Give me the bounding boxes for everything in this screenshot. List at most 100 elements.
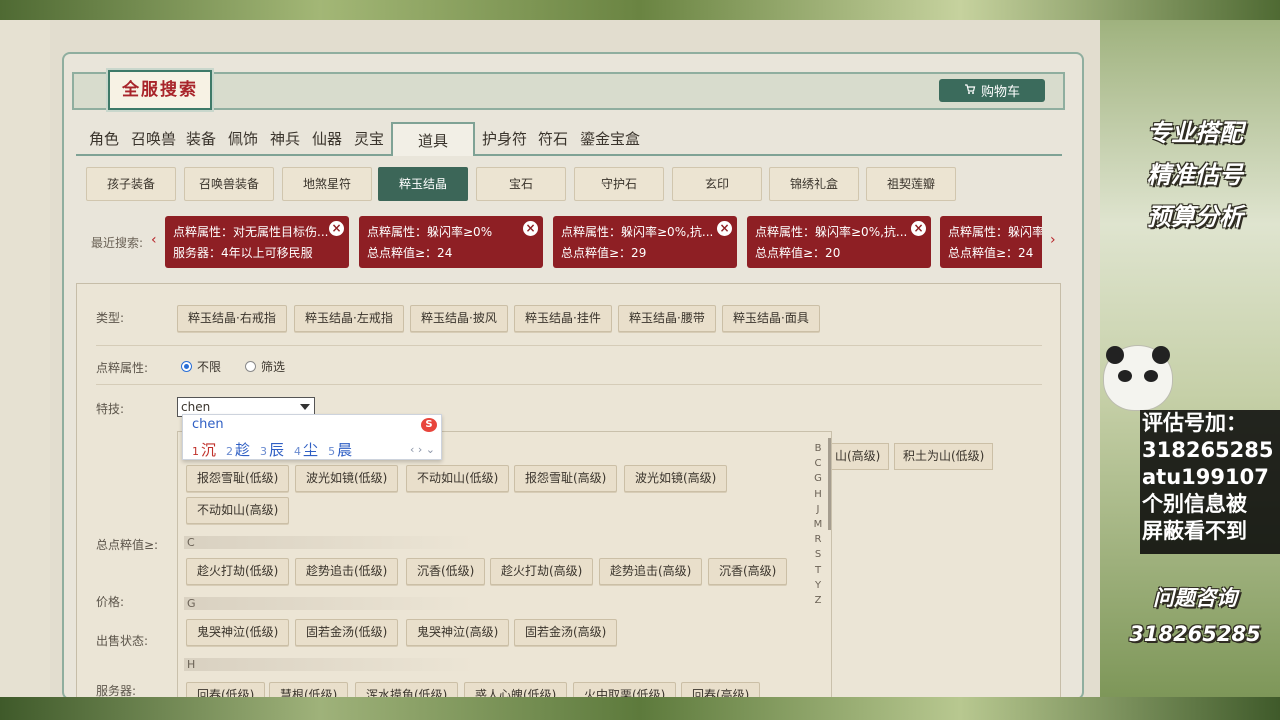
letter-index-item[interactable]: S	[812, 547, 824, 562]
contact-line: 个别信息被	[1142, 492, 1247, 516]
radio-filter[interactable]: 筛选	[245, 358, 285, 375]
skill-label: 特技:	[96, 402, 125, 416]
skill-input-value: chen	[181, 400, 211, 414]
tab-item[interactable]: 佩饰	[228, 128, 258, 149]
dropdown-option[interactable]: 不动如山(高级)	[186, 497, 290, 524]
tab-item[interactable]: 神兵	[270, 128, 300, 149]
caret-down-icon	[300, 404, 310, 410]
dropdown-option[interactable]: 波光如镜(低级)	[295, 465, 399, 492]
skill-option[interactable]: 山(高级)	[826, 443, 890, 470]
chip-line: 服务器：4年以上可移民服	[173, 246, 313, 260]
chevron-right-icon[interactable]: ›	[1050, 232, 1056, 248]
attr-label: 点粹属性:	[96, 361, 149, 375]
letter-index-item[interactable]: R	[812, 532, 824, 547]
tab-item[interactable]: 符石	[538, 128, 568, 149]
dropdown-option[interactable]: 沉香(高级)	[708, 558, 788, 585]
tab-item[interactable]: 灵宝	[354, 128, 384, 149]
tab-item[interactable]: 鎏金宝盒	[580, 128, 640, 149]
promo-text: 专业搭配 精准估号 预算分析	[1125, 112, 1265, 238]
subtab-item[interactable]: 宝石	[476, 167, 566, 201]
ime-candidate[interactable]: 4尘	[294, 439, 318, 460]
letter-index-item[interactable]: Y	[812, 578, 824, 593]
dropdown-option[interactable]: 固若金汤(高级)	[514, 619, 618, 646]
radio-checked-icon	[181, 361, 192, 372]
chip-line: 点粹属性：躲闪率≥0%,抗...	[561, 225, 714, 239]
letter-index-item[interactable]: T	[812, 563, 824, 578]
ime-candidate[interactable]: 3辰	[260, 439, 284, 460]
ime-candidate-number: 2	[226, 445, 234, 458]
subtab-item[interactable]: 孩子装备	[86, 167, 176, 201]
subtab-item[interactable]: 地煞星符	[282, 167, 372, 201]
dropdown-option[interactable]: 鬼哭神泣(高级)	[406, 619, 510, 646]
dropdown-option[interactable]: 报怨雪耻(低级)	[186, 465, 290, 492]
ime-candidate-window: chen S 1沉 2趁 3辰 4尘 5晨 ‹ › ⌄	[182, 414, 442, 460]
dropdown-option[interactable]: 趁火打劫(低级)	[186, 558, 290, 585]
dropdown-option[interactable]: 固若金汤(低级)	[295, 619, 399, 646]
divider	[96, 345, 1042, 346]
ime-candidate[interactable]: 5晨	[328, 439, 352, 460]
cart-label: 购物车	[980, 85, 1020, 100]
dropdown-option[interactable]: 波光如镜(高级)	[624, 465, 728, 492]
radio-all[interactable]: 不限	[181, 358, 221, 375]
letter-index-item[interactable]: B	[812, 441, 824, 456]
dropdown-option[interactable]: 趁势追击(低级)	[295, 558, 399, 585]
recent-search-chip[interactable]: 点粹属性：躲闪率≥0% 总点粹值≥：24 ×	[359, 216, 543, 268]
dropdown-option[interactable]: 沉香(低级)	[406, 558, 486, 585]
subtab-item[interactable]: 锦绣礼盒	[769, 167, 859, 201]
letter-index-item[interactable]: J	[812, 502, 824, 517]
skill-dropdown: 报怨雪耻(低级) 波光如镜(低级) 不动如山(低级) 报怨雪耻(高级) 波光如镜…	[177, 431, 832, 700]
subtab-item-active[interactable]: 粹玉结晶	[378, 167, 468, 201]
panda-ear	[1106, 346, 1124, 364]
dropdown-option[interactable]: 不动如山(低级)	[406, 465, 510, 492]
recent-search-chip[interactable]: 点粹属性：对无属性目标伤... 服务器：4年以上可移民服 ×	[165, 216, 349, 268]
dropdown-option[interactable]: 报怨雪耻(高级)	[514, 465, 618, 492]
tab-item[interactable]: 仙器	[312, 128, 342, 149]
tab-item[interactable]: 角色	[89, 128, 119, 149]
dropdown-option[interactable]: 趁势追击(高级)	[599, 558, 703, 585]
letter-index-item[interactable]: C	[812, 456, 824, 471]
tab-item-active[interactable]: 道具	[391, 122, 475, 156]
type-option[interactable]: 粹玉结晶·腰带	[618, 305, 716, 332]
dropdown-option[interactable]: 趁火打劫(高级)	[490, 558, 594, 585]
close-icon[interactable]: ×	[717, 221, 732, 236]
tab-item[interactable]: 召唤兽	[131, 128, 176, 149]
chip-line: 点粹属性：躲闪率	[948, 225, 1042, 239]
type-option[interactable]: 粹玉结晶·挂件	[514, 305, 612, 332]
page-title: 全服搜索	[122, 80, 198, 100]
letter-index-item[interactable]: Z	[812, 593, 824, 608]
contact-box: 评估号加： 318265285 atu199107 个别信息被 屏蔽看不到	[1140, 410, 1280, 554]
recent-search-chip[interactable]: 点粹属性：躲闪率总点粹值≥：24×	[940, 216, 1042, 268]
status-label: 出售状态:	[96, 634, 149, 648]
subtab-item[interactable]: 祖契莲瓣	[866, 167, 956, 201]
chevron-left-icon[interactable]: ‹	[151, 232, 157, 248]
close-icon[interactable]: ×	[523, 221, 538, 236]
skill-option[interactable]: 积土为山(低级)	[894, 443, 994, 470]
dropdown-option[interactable]: 鬼哭神泣(低级)	[186, 619, 290, 646]
group-header: H	[184, 658, 474, 671]
cart-button[interactable]: 购物车	[939, 79, 1045, 102]
background-left	[0, 20, 52, 700]
subtab-item[interactable]: 守护石	[574, 167, 664, 201]
letter-index-item[interactable]: H	[812, 487, 824, 502]
ime-candidate[interactable]: 2趁	[226, 439, 250, 460]
subtab-item[interactable]: 召唤兽装备	[184, 167, 274, 201]
recent-search-chip[interactable]: 点粹属性：躲闪率≥0%,抗... 总点粹值≥：20 ×	[747, 216, 931, 268]
close-icon[interactable]: ×	[329, 221, 344, 236]
dropdown-scrollbar[interactable]	[828, 438, 831, 530]
type-option[interactable]: 粹玉结晶·面具	[722, 305, 820, 332]
letter-index: B C G H J M R S T Y Z	[812, 441, 824, 608]
letter-index-item[interactable]: G	[812, 471, 824, 486]
recent-search-chip[interactable]: 点粹属性：躲闪率≥0%,抗... 总点粹值≥：29 ×	[553, 216, 737, 268]
close-icon[interactable]: ×	[911, 221, 926, 236]
tab-item[interactable]: 装备	[186, 128, 216, 149]
type-option[interactable]: 粹玉结晶·左戒指	[294, 305, 404, 332]
chip-line: 点粹属性：对无属性目标伤...	[173, 225, 329, 239]
ime-candidate[interactable]: 1沉	[192, 439, 216, 460]
tab-item[interactable]: 护身符	[482, 128, 527, 149]
letter-index-item[interactable]: M	[812, 517, 824, 532]
type-option[interactable]: 粹玉结晶·右戒指	[177, 305, 287, 332]
type-option[interactable]: 粹玉结晶·披风	[410, 305, 508, 332]
group-header: C	[184, 536, 474, 549]
ime-page-nav[interactable]: ‹ › ⌄	[410, 443, 435, 456]
subtab-item[interactable]: 玄印	[672, 167, 762, 201]
